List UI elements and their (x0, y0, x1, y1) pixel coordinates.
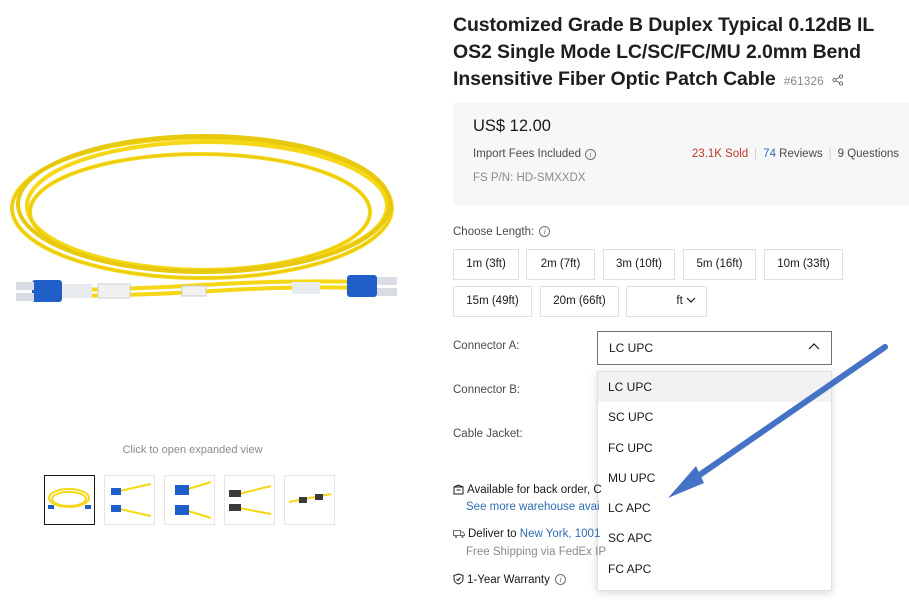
main-product-image[interactable] (2, 120, 427, 320)
divider: | (828, 148, 832, 160)
delivery-info: Deliver to New York, 1001 (453, 528, 600, 540)
availability: Available for back order, C (453, 484, 602, 496)
connector-b-label: Connector B: (453, 384, 521, 396)
reviews-count[interactable]: 74 (763, 148, 776, 160)
price-box: US$ 12.00 Import Fees Included i 23.1K So… (453, 103, 909, 205)
reviews-label[interactable]: Reviews (776, 148, 822, 160)
deliver-prefix: Deliver to (468, 528, 520, 540)
connector-option-sc-apc[interactable]: SC APC (598, 523, 831, 553)
import-fees-label: Import Fees Included (473, 148, 582, 160)
connector-a-label: Connector A: (453, 340, 520, 352)
thumbnail-strip (44, 475, 335, 525)
connector-option-fc-apc[interactable]: FC APC (598, 554, 831, 584)
thumbnail-3[interactable] (164, 475, 215, 525)
connector-option-lc-upc[interactable]: LC UPC (598, 372, 831, 403)
connector-a-dropdown: LC UPC SC UPC FC UPC MU UPC LC APC SC AP… (597, 371, 832, 591)
length-label-text: Choose Length: (453, 226, 535, 238)
warranty-info: 1-Year Warranty i (453, 573, 567, 586)
price: US$ 12.00 (473, 117, 551, 135)
shipping-info: Free Shipping via FedEx IP (466, 546, 606, 558)
connector-a-value: LC UPC (609, 341, 654, 355)
reviews-link[interactable]: 74 Reviews (763, 148, 822, 160)
length-unit[interactable]: ft (676, 295, 682, 307)
product-id: #61326 (783, 74, 824, 88)
length-option-5m[interactable]: 5m (16ft) (683, 249, 756, 280)
custom-length-input[interactable]: ft (626, 286, 707, 317)
length-option-20m[interactable]: 20m (66ft) (540, 286, 619, 317)
divider: | (754, 148, 758, 160)
delivery-location-link[interactable]: New York, 1001 (520, 528, 601, 540)
info-icon[interactable]: i (585, 149, 597, 160)
expand-view-hint: Click to open expanded view (122, 444, 263, 456)
thumbnail-2[interactable] (104, 475, 155, 525)
length-option-10m[interactable]: 10m (33ft) (764, 249, 843, 280)
availability-text: Available for back order, C (467, 484, 602, 496)
length-option-1m[interactable]: 1m (3ft) (453, 249, 519, 280)
length-option-15m[interactable]: 15m (49ft) (453, 286, 532, 317)
truck-icon (453, 530, 465, 539)
connector-a-select[interactable]: LC UPC (597, 331, 832, 365)
see-more-warehouse-link[interactable]: See more warehouse avai (466, 501, 600, 513)
import-fees: Import Fees Included i (473, 148, 597, 160)
product-title: Customized Grade B Duplex Typical 0.12dB… (453, 12, 903, 95)
connector-option-sc-upc[interactable]: SC UPC (598, 402, 831, 432)
connector-option-mu-upc[interactable]: MU UPC (598, 463, 831, 493)
thumbnail-4[interactable] (224, 475, 275, 525)
sold-count: 23.1K Sold (691, 148, 749, 160)
questions-link[interactable]: 9 Questions (838, 148, 899, 160)
length-option-3m[interactable]: 3m (10ft) (603, 249, 675, 280)
part-number: FS P/N: HD-SMXXDX (473, 172, 586, 184)
product-gallery: Click to open expanded view (0, 0, 440, 600)
connector-option-lc-apc[interactable]: LC APC (598, 493, 831, 523)
length-unit-select[interactable]: ft (676, 287, 696, 316)
info-icon[interactable]: i (539, 226, 551, 238)
product-stats: 23.1K Sold | 74 Reviews | 9 Questions (692, 148, 899, 160)
chevron-up-icon (808, 343, 820, 350)
warranty-label: 1-Year Warranty (467, 574, 550, 586)
share-icon[interactable] (832, 74, 844, 86)
length-option-2m[interactable]: 2m (7ft) (526, 249, 595, 280)
length-label: Choose Length: i (453, 226, 551, 238)
connector-option-fc-upc[interactable]: FC UPC (598, 433, 831, 463)
info-icon[interactable]: i (555, 574, 567, 586)
chevron-down-icon (686, 298, 696, 304)
shield-icon (453, 573, 464, 585)
thumbnail-1[interactable] (44, 475, 95, 525)
warehouse-icon (453, 484, 464, 495)
cable-jacket-label: Cable Jacket: (453, 428, 523, 440)
thumbnail-5[interactable] (284, 475, 335, 525)
